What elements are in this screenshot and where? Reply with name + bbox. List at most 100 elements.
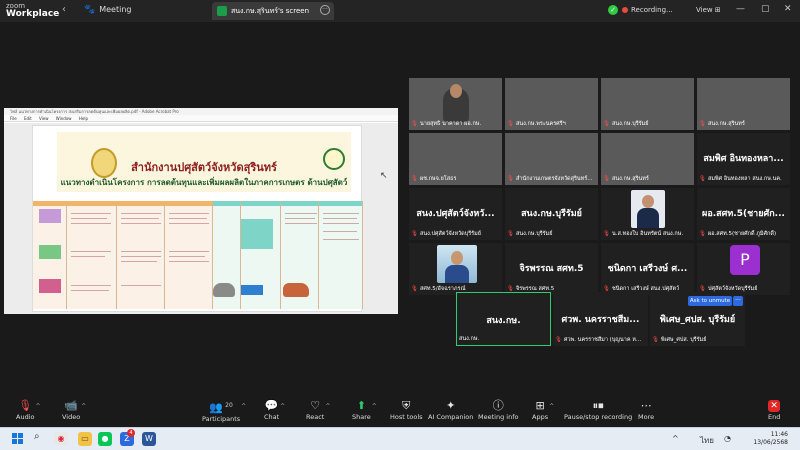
participant-name: 🎙 น.ส.ทองใบ อินทรัตน์ สนง.กษ. (603, 231, 684, 237)
host-tools-button[interactable]: ⛨ Host tools (390, 399, 423, 421)
maximize-icon[interactable]: ▢ (761, 4, 770, 14)
mic-muted-icon: 🎙 (603, 231, 610, 237)
category-tag-pink (39, 279, 61, 293)
share-button[interactable]: ⬆ Share ^ (352, 399, 377, 421)
menu-edit[interactable]: Edit (24, 116, 32, 121)
encryption-shield-icon[interactable]: ✓ (608, 5, 618, 15)
video-button[interactable]: 📹 Video ^ (62, 399, 86, 421)
close-icon[interactable]: ✕ (784, 4, 792, 14)
participant-tile[interactable]: จิรพรรณ สศท.5 🎙 จิรพรรณ สศท.5 (504, 242, 599, 296)
paw-icon: 🐾 (84, 5, 96, 15)
pause-stop-recording-button[interactable]: ⏸⏹ Pause/stop recording (564, 399, 632, 421)
participant-name: 🎙 สนง.กษ.สุรินทร์ (699, 121, 745, 127)
participant-tile[interactable]: 🎙 ผช.กษจ.ยโสธร (408, 132, 503, 186)
file-explorer-icon[interactable]: ▭ (78, 432, 92, 446)
mic-muted-icon: 🎙 (411, 176, 418, 182)
ask-to-unmute-button[interactable]: Ask to unmute (688, 296, 732, 306)
chevron-up-icon[interactable]: ^ (241, 403, 246, 410)
mic-muted-icon: 🎙 (699, 121, 706, 127)
minimize-icon[interactable]: — (736, 4, 745, 14)
participant-tile[interactable]: 🎙 สนง.กษ.พระนครศรีฯ (504, 77, 599, 131)
chevron-up-icon[interactable]: ^ (549, 403, 554, 410)
participant-tile[interactable]: 🎙 สำนักงานเกษตรจังหวัดสุรินทร์... (504, 132, 599, 186)
profile-photo (631, 190, 665, 228)
chevron-up-icon[interactable]: ^ (672, 434, 679, 443)
more-label: More (638, 413, 655, 421)
chevron-up-icon[interactable]: ^ (280, 403, 285, 410)
network-icon[interactable]: ◔ (724, 434, 731, 443)
chrome-icon[interactable]: ◉ (54, 432, 68, 446)
windows-start-icon[interactable] (12, 433, 24, 445)
line-app-icon[interactable]: ● (98, 432, 112, 446)
participants-icon: 👥 20 (209, 401, 233, 414)
menu-view[interactable]: View (39, 116, 49, 121)
slide-table (33, 201, 363, 309)
participants-count: 20 (225, 402, 233, 409)
profile-photo (437, 245, 477, 283)
back-arrow-icon[interactable]: ‹ (62, 4, 66, 15)
participant-tile[interactable]: P 🎙 ปศุสัตว์จังหวัดบุรีรัมย์ (696, 242, 791, 296)
video-off-icon: 📹 (64, 399, 78, 412)
end-meeting-button[interactable]: ✕ End (768, 399, 780, 421)
participant-tile[interactable]: 🎙 สศท.5/อัจฉราภรณ์ (408, 242, 503, 296)
menu-window[interactable]: Window (56, 116, 72, 121)
screen-share-tab[interactable]: สนง.กษ.สุรินทร์'s screen ··· (212, 2, 334, 20)
meeting-info-button[interactable]: ⓘ Meeting info (478, 399, 518, 421)
chevron-up-icon[interactable]: ^ (81, 403, 86, 410)
ai-companion-button[interactable]: ✦ AI Companion (428, 399, 473, 421)
participant-display-name: ศวพ. นครราชสีม... (561, 315, 640, 325)
chat-label: Chat (264, 413, 280, 421)
category-tag-purple (39, 209, 61, 223)
participant-tile[interactable]: สนง.ปศุสัตว์จังหวั... 🎙 สนง.ปศุสัตว์จังหว… (408, 187, 503, 241)
chat-button[interactable]: 💬 Chat ^ (264, 399, 285, 421)
more-button[interactable]: ⋯ More (638, 399, 654, 421)
chevron-up-icon[interactable]: ^ (325, 403, 330, 410)
menu-help[interactable]: Help (79, 116, 88, 121)
word-icon[interactable]: W (142, 432, 156, 446)
grid-icon: ⊞ (714, 6, 721, 14)
meeting-tab[interactable]: 🐾 Meeting (84, 5, 131, 15)
participant-tile[interactable]: สนง.กษ.บุรีรัมย์ 🎙 สนง.กษ.บุรีรัมย์ (504, 187, 599, 241)
participant-tile[interactable]: 🎙 น.ส.ทองใบ อินทรัตน์ สนง.กษ. (600, 187, 695, 241)
mic-muted-icon: 🎙 (18, 399, 33, 412)
language-indicator[interactable]: ไทย (700, 434, 714, 447)
participant-tile[interactable]: 🎙 สนง.กษ.บุรีรัมย์ (600, 77, 695, 131)
apps-button[interactable]: ⊞ Apps ^ (532, 399, 554, 421)
participant-tile[interactable]: 🎙 สนง.กษ.สุรินทร์ (600, 132, 695, 186)
heart-react-icon: ♡ (310, 399, 321, 412)
mic-muted-icon: 🎙 (603, 121, 610, 127)
share-label: Share (352, 413, 371, 421)
participant-tile[interactable]: 🎙 สนง.กษ.สุรินทร์ (696, 77, 791, 131)
audio-button[interactable]: 🎙 Audio ^ (16, 399, 40, 421)
participant-display-name: สนง.กษ.บุรีรัมย์ (521, 209, 582, 219)
participant-display-name: ผอ.สศท.5(ชายศัก... (702, 209, 785, 219)
participants-label: Participants (202, 415, 241, 423)
participant-tile[interactable]: 🎙 นายสุทธิ นาคาดา ผอ.กษ. (408, 77, 503, 131)
participants-button[interactable]: 👥 20 Participants ^ (202, 399, 246, 423)
chevron-up-icon[interactable]: ^ (372, 403, 377, 410)
recording-indicator[interactable]: Recording... (622, 6, 673, 14)
clock-time: 11:46 (770, 431, 788, 438)
chevron-up-icon[interactable]: ^ (35, 403, 40, 410)
participant-name: 🎙 สมพิศ อินทองหลา สนง.กษ.นค. (699, 176, 782, 182)
end-label: End (768, 413, 781, 421)
slide-canvas: สำนักงานปศุสัตว์จังหวัดสุรินทร์ แนวทางดำ… (4, 123, 398, 314)
share-screen-icon (217, 6, 227, 16)
tile-more-options-icon[interactable]: ··· (733, 296, 743, 306)
react-button[interactable]: ♡ React ^ (306, 399, 330, 421)
participant-tile[interactable]: ชนิดกา เสรีวงษ์ ศ... 🎙 ชนิดกา เสรีวงษ์ สน… (600, 242, 695, 296)
participant-tile-active-speaker[interactable]: สนง.กษ. สนง.กษ. (456, 292, 551, 346)
participant-tile[interactable]: สมพิศ อินทองหลา... 🎙 สมพิศ อินทองหลา สนง.… (696, 132, 791, 186)
shield-icon: ⛨ (402, 399, 411, 412)
more-icon: ⋯ (640, 399, 652, 412)
search-icon[interactable]: ⌕ (34, 431, 40, 442)
view-button[interactable]: View ⊞ (696, 6, 721, 14)
participant-tile[interactable]: ศวพ. นครราชสีม... 🎙 ศวพ. นครราชสีมา (บุญน… (553, 292, 648, 346)
taskbar-clock[interactable]: 11:46 13/06/2568 (744, 431, 788, 447)
more-options-icon[interactable]: ··· (320, 5, 330, 15)
participant-name: 🎙 ผช.กษจ.ยโสธร (411, 176, 457, 182)
mic-muted-icon: 🎙 (699, 176, 706, 182)
chat-icon: 💬 (264, 399, 279, 412)
menu-file[interactable]: File (10, 116, 17, 121)
participant-tile[interactable]: ผอ.สศท.5(ชายศัก... 🎙 ผอ.สศท.5(ชายศักดิ์ ภ… (696, 187, 791, 241)
